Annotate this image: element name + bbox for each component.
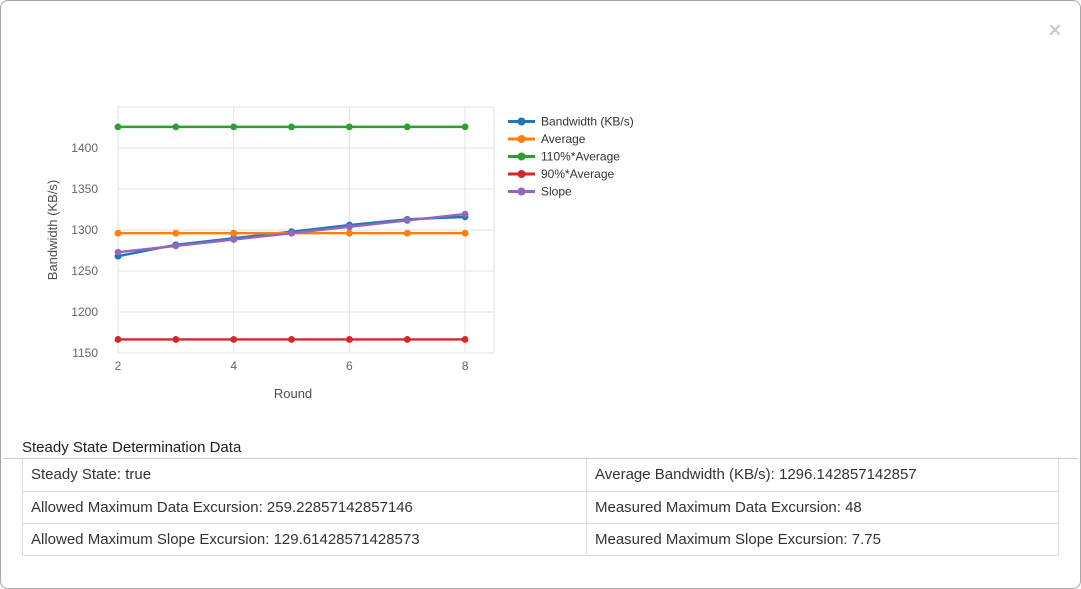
data-point <box>346 123 353 130</box>
legend-dot-swatch <box>518 188 526 196</box>
chart-container: 1150 1200 1250 1300 1350 1400 2 4 6 8 Round Bandwid… <box>1 1 681 416</box>
data-point <box>462 336 469 343</box>
data-point <box>172 230 179 237</box>
legend-label: Slope <box>541 185 572 199</box>
table-row: Steady State: true Average Bandwidth (KB… <box>23 459 1059 491</box>
y-tick-label: 1400 <box>71 141 98 155</box>
legend-item-average[interactable]: Average <box>508 132 586 146</box>
measured-slope-excursion-cell: Measured Maximum Slope Excursion: 7.75 <box>587 523 1059 555</box>
data-point <box>230 230 237 237</box>
series-90-average <box>115 336 469 343</box>
steady-state-chart: 1150 1200 1250 1300 1350 1400 2 4 6 8 Round Bandwid… <box>1 1 681 416</box>
y-tick-label: 1150 <box>72 346 98 360</box>
legend-item-110-average[interactable]: 110%*Average <box>508 150 620 164</box>
x-tick-label: 2 <box>115 359 122 373</box>
data-point <box>172 242 179 249</box>
data-point <box>346 223 353 230</box>
data-point <box>288 336 295 343</box>
x-tick-label: 6 <box>346 359 353 373</box>
legend-label: 90%*Average <box>541 167 614 181</box>
legend-dot-swatch <box>518 153 526 161</box>
y-axis-title: Bandwidth (KB/s) <box>45 180 60 280</box>
legend-item-90-average[interactable]: 90%*Average <box>508 167 614 181</box>
y-tick-label: 1250 <box>71 264 98 278</box>
table-title: Steady State Determination Data <box>22 439 241 456</box>
x-axis-title: Round <box>274 386 312 401</box>
data-point <box>115 336 122 343</box>
table-row: Allowed Maximum Slope Excursion: 129.614… <box>23 523 1059 555</box>
data-point <box>404 123 411 130</box>
close-icon[interactable]: ✕ <box>1044 20 1066 42</box>
data-point <box>462 230 469 237</box>
y-tick-label: 1300 <box>71 223 98 237</box>
steady-state-cell: Steady State: true <box>23 459 587 491</box>
data-point <box>288 230 295 237</box>
data-point <box>288 123 295 130</box>
data-point <box>230 236 237 243</box>
data-point <box>172 123 179 130</box>
legend-item-slope[interactable]: Slope <box>508 185 572 199</box>
legend-label: Average <box>541 132 586 146</box>
data-point <box>172 336 179 343</box>
legend-label: 110%*Average <box>541 150 620 164</box>
page-background: ✕ 1150 1200 1250 1300 1350 1400 2 4 6 8 Round Bandw… <box>0 0 1081 589</box>
average-bandwidth-cell: Average Bandwidth (KB/s): 1296.142857142… <box>587 459 1059 491</box>
legend-dot-swatch <box>518 135 526 143</box>
allowed-data-excursion-cell: Allowed Maximum Data Excursion: 259.2285… <box>23 491 587 523</box>
legend-label: Bandwidth (KB/s) <box>541 115 634 129</box>
data-point <box>230 336 237 343</box>
chart-legend: Bandwidth (KB/s) Average 110%*Average 90%*A… <box>508 115 634 199</box>
data-point <box>462 211 469 218</box>
steady-state-modal: ✕ 1150 1200 1250 1300 1350 1400 2 4 6 8 Round Bandw… <box>0 0 1081 589</box>
series-110-average <box>115 123 469 130</box>
steady-state-table: Steady State: true Average Bandwidth (KB… <box>22 459 1059 556</box>
legend-item-bandwidth-kb-s-[interactable]: Bandwidth (KB/s) <box>508 115 634 129</box>
legend-dot-swatch <box>518 118 526 126</box>
table-row: Allowed Maximum Data Excursion: 259.2285… <box>23 491 1059 523</box>
data-point <box>230 123 237 130</box>
data-point <box>404 336 411 343</box>
allowed-slope-excursion-cell: Allowed Maximum Slope Excursion: 129.614… <box>23 523 587 555</box>
x-tick-label: 8 <box>462 359 469 373</box>
data-point <box>115 230 122 237</box>
data-point <box>346 230 353 237</box>
data-point <box>462 123 469 130</box>
chart-grid: 1150 1200 1250 1300 1350 1400 2 4 6 8 <box>71 107 494 373</box>
data-point <box>115 123 122 130</box>
legend-dot-swatch <box>518 170 526 178</box>
data-point <box>404 217 411 224</box>
y-tick-label: 1350 <box>71 182 98 196</box>
data-point <box>404 230 411 237</box>
y-tick-label: 1200 <box>71 305 98 319</box>
data-point <box>346 336 353 343</box>
data-point <box>115 249 122 256</box>
measured-data-excursion-cell: Measured Maximum Data Excursion: 48 <box>587 491 1059 523</box>
x-tick-label: 4 <box>230 359 237 373</box>
